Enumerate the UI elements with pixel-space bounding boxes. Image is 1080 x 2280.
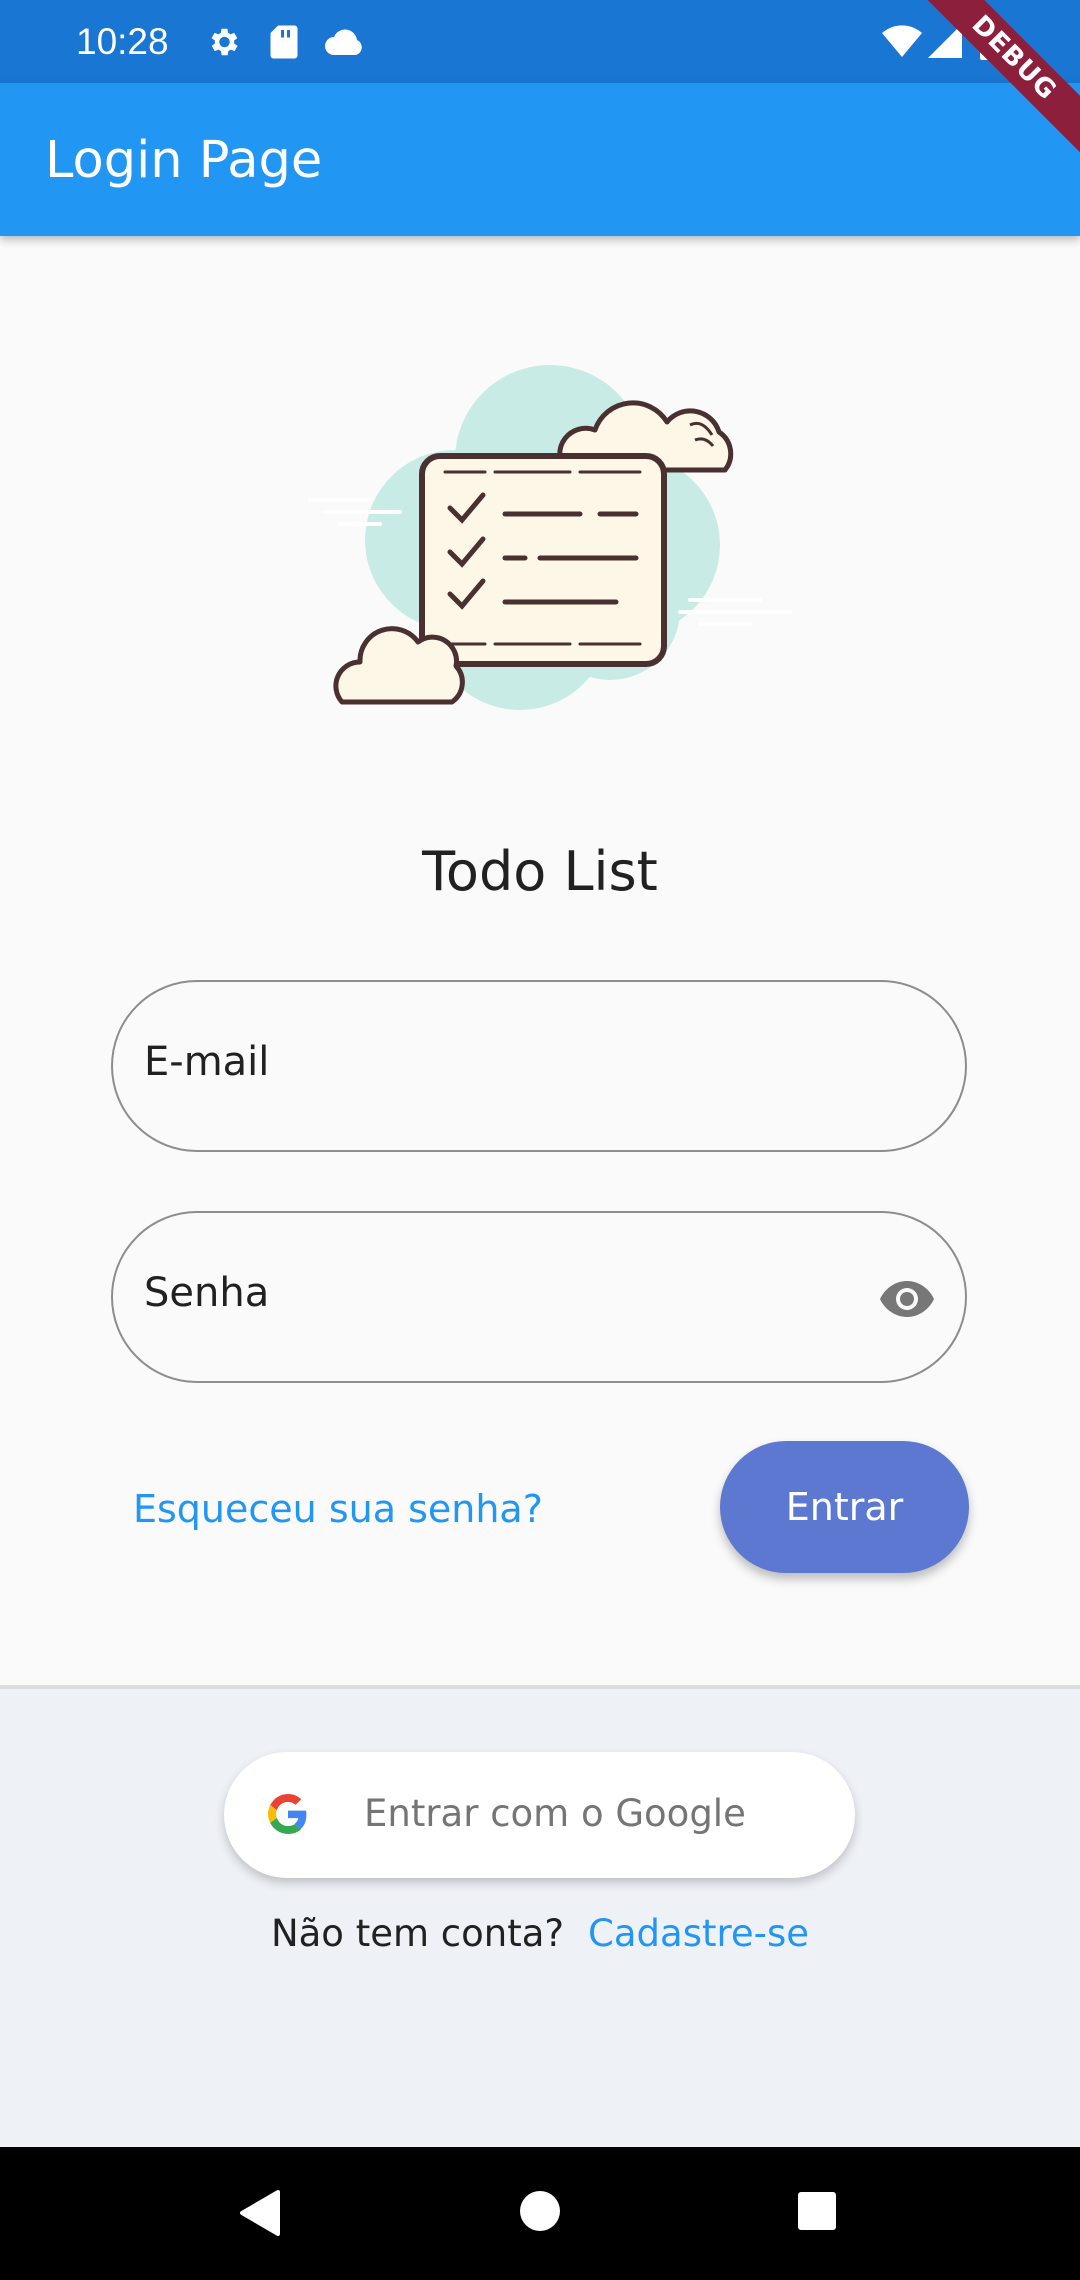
page-title: Login Page — [45, 131, 323, 190]
google-signin-button[interactable]: Entrar com o Google — [224, 1752, 855, 1878]
email-field-label: E-mail — [144, 1039, 270, 1085]
forgot-password-link[interactable]: Esqueceu sua senha? — [133, 1486, 543, 1532]
battery-icon — [980, 20, 1002, 60]
signup-link[interactable]: Cadastre-se — [588, 1912, 809, 1955]
signup-row: Não tem conta? Cadastre-se — [0, 1911, 1080, 1957]
password-field[interactable]: Senha — [111, 1211, 967, 1383]
app-heading: Todo List — [422, 840, 658, 903]
google-signin-label: Entrar com o Google — [364, 1792, 746, 1835]
status-bar: 10:28 — [0, 0, 1080, 83]
password-field-label: Senha — [144, 1270, 270, 1316]
bottom-section: Entrar com o Google Não tem conta? Cadast… — [0, 1685, 1080, 2147]
cloud-icon — [325, 29, 362, 55]
google-icon — [268, 1794, 307, 1834]
email-field[interactable]: E-mail — [111, 980, 967, 1152]
gear-icon — [211, 28, 238, 56]
no-account-text: Não tem conta? — [270, 1912, 565, 1955]
status-time: 10:28 — [76, 21, 169, 62]
app-bar: Login Page — [0, 83, 1080, 236]
eye-icon[interactable] — [879, 1279, 935, 1319]
sd-card-icon — [270, 25, 298, 59]
wifi-icon — [882, 25, 922, 57]
recents-icon[interactable] — [797, 2191, 837, 2231]
enter-button[interactable]: Entrar — [720, 1441, 969, 1573]
home-icon[interactable] — [518, 2189, 562, 2233]
system-nav-bar — [0, 2147, 1080, 2280]
signal-icon — [928, 24, 962, 58]
back-icon[interactable] — [238, 2189, 282, 2237]
todo-checklist-illustration — [308, 365, 792, 710]
